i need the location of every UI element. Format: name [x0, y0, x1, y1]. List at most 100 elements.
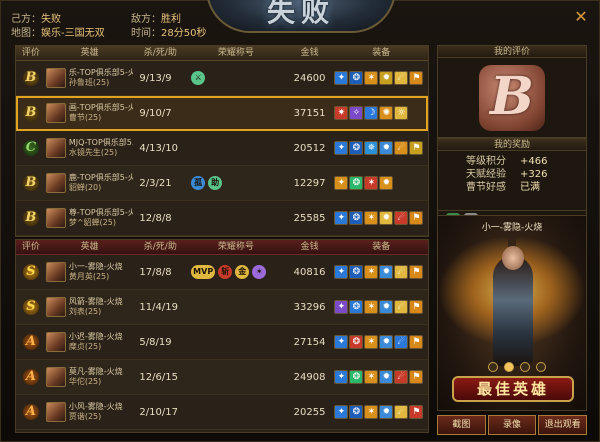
equip-item-icon[interactable]: ⚑ [409, 405, 424, 419]
equip-item-icon[interactable]: ✧ [349, 106, 364, 120]
col-gold: 金钱 [300, 242, 319, 252]
equip-item-icon[interactable]: ☽ [364, 106, 379, 120]
hero-avatar[interactable] [45, 262, 66, 282]
equip-item-icon[interactable]: ✹ [379, 370, 394, 384]
carousel-dot[interactable] [504, 362, 514, 372]
player-row[interactable]: A 莫凡-雾隐-火烧 华佗(25) 12/6/15 24908 ✦ ❂ ✶ ✹ ☄ ⚑ [16, 360, 428, 395]
equip-item-icon[interactable]: ❂ [349, 211, 364, 225]
equip-item-icon[interactable]: ☄ [394, 141, 409, 155]
equip-item-icon[interactable]: ✹ [379, 71, 394, 85]
equip-item-icon[interactable]: ☼ [394, 106, 409, 120]
equip-item-icon[interactable]: ⚑ [409, 211, 424, 225]
equip-item-icon[interactable]: ⚑ [409, 265, 424, 279]
equip-item-icon[interactable]: ✦ [334, 405, 349, 419]
quit-watch-button[interactable]: 退出观看 [538, 415, 588, 435]
equip-item-icon[interactable]: ✦ [334, 71, 349, 85]
equip-item-icon[interactable]: ✶ [364, 370, 379, 384]
equip-item-icon[interactable]: ✹ [379, 211, 394, 225]
hero-avatar[interactable] [45, 173, 66, 193]
equip-item-icon[interactable]: ☄ [394, 265, 409, 279]
equip-item-icon[interactable]: ☄ [394, 405, 409, 419]
equip-item-icon[interactable]: ✶ [364, 265, 379, 279]
record-button[interactable]: 录像 [487, 415, 537, 435]
kda-value: 5/8/19 [139, 336, 172, 348]
equip-item-icon[interactable]: ☄ [394, 300, 409, 314]
equip-item-icon[interactable]: ✦ [334, 370, 349, 384]
player-name: 小一-雾隐-火烧 [68, 262, 123, 271]
hero-avatar[interactable] [45, 103, 66, 123]
equip-item-icon[interactable]: ❂ [349, 71, 364, 85]
equip-item-icon[interactable]: ✦ [334, 211, 349, 225]
honor-badge[interactable]: 金 [235, 265, 250, 279]
equip-item-icon[interactable]: ❂ [349, 300, 364, 314]
equip-item-icon[interactable]: ✦ [334, 176, 349, 190]
equip-item-icon[interactable]: ⚑ [409, 335, 424, 349]
col-kda: 杀/死/助 [143, 242, 177, 252]
equip-item-icon[interactable]: ☄ [394, 335, 409, 349]
equip-item-icon[interactable]: ✹ [379, 300, 394, 314]
reward-line: 天赋经验 +326 [466, 168, 586, 181]
equip-item-icon[interactable]: ✶ [364, 405, 379, 419]
equip-item-icon[interactable]: ✦ [334, 335, 349, 349]
player-row[interactable]: B 鹿-TOP俱乐部5-火...貂蝉(20) 2/3/21 孤助 12297 ✦❂✶✹ [16, 166, 428, 201]
honor-badge[interactable]: MVP [191, 265, 216, 279]
carousel-dot[interactable] [536, 362, 546, 372]
equip-item-icon[interactable]: ✶ [364, 71, 379, 85]
equip-item-icon[interactable]: ☄ [394, 71, 409, 85]
hero-avatar[interactable] [45, 138, 66, 158]
equip-item-icon[interactable]: ⚑ [409, 370, 424, 384]
honor-badge[interactable]: 斩 [218, 265, 233, 279]
equip-item-icon[interactable]: ⚑ [409, 141, 424, 155]
player-row[interactable]: A 小迟-雾隐-火烧 糜贞(25) 5/8/19 27154 ✦ ❂ ✶ ✹ ☄ ⚑ [16, 325, 428, 360]
equip-item-icon[interactable]: ✹ [379, 176, 394, 190]
equip-item-icon[interactable]: ✶ [364, 211, 379, 225]
equip-item-icon[interactable]: ✦ [334, 300, 349, 314]
equip-item-icon[interactable]: ⚑ [409, 71, 424, 85]
hero-avatar[interactable] [45, 297, 66, 317]
equip-item-icon[interactable]: ✶ [364, 176, 379, 190]
equip-item-icon[interactable]: ✦ [334, 265, 349, 279]
equip-item-icon[interactable]: ❂ [349, 176, 364, 190]
player-row[interactable]: B 乐-TOP俱乐部5-火...孙鲁班(25) 9/13/9 ⚔ 24600 ✦❂✶✹☄⚑ [16, 61, 428, 96]
equip-item-icon[interactable]: ❂ [349, 265, 364, 279]
player-row[interactable]: A 小风-雾隐-火烧 贾谐(25) 2/10/17 20255 ✦ ❂ ✶ ✹ ☄ ⚑ [16, 395, 428, 430]
equip-item-icon[interactable]: ✹ [379, 335, 394, 349]
player-row[interactable]: C MJQ-TOP俱乐部5... 水镜先生(25) 4/13/10 20512 ✦ ❂ ✵ ✹ ☄… [16, 131, 428, 166]
player-row[interactable]: S 小一-雾隐-火烧 黄月英(25) 17/8/8 MVP 斩金 ✶ 40816 ✦ ❂ ✶ ✹ ☄ ⚑ [16, 255, 428, 290]
equip-item-icon[interactable]: ✶ [364, 335, 379, 349]
carousel-dot[interactable] [520, 362, 530, 372]
hero-avatar[interactable] [45, 208, 66, 228]
equip-item-icon[interactable]: ✹ [379, 265, 394, 279]
equip-item-icon[interactable]: ❂ [349, 370, 364, 384]
equip-item-icon[interactable]: ☄ [394, 370, 409, 384]
best-hero-banner: 最佳英雄 [452, 376, 574, 402]
player-row[interactable]: B 尊-TOP俱乐部5-火...梦^貂蝉(25) 12/8/8 25585 ✦❂✶✹☄⚑ [16, 201, 428, 236]
equip-item-icon[interactable]: ✶ [364, 300, 379, 314]
player-row[interactable]: S 风箭-雾隐-火烧 刘表(25) 11/4/19 33296 ✦ ❂ ✶ ✹ ☄ ⚑ [16, 290, 428, 325]
player-row[interactable]: B 画-TOP俱乐部5-火...曹节(25) 9/10/7 37151 ✷✧☽✺☼ [16, 96, 428, 131]
hero-figure [493, 256, 533, 366]
hero-avatar[interactable] [45, 367, 66, 387]
equip-item-icon[interactable]: ✷ [334, 106, 349, 120]
equip-item-icon[interactable]: ✦ [334, 141, 349, 155]
carousel-dot[interactable] [488, 362, 498, 372]
hero-avatar[interactable] [45, 402, 66, 422]
honor-badge[interactable]: 助 [208, 176, 223, 190]
honor-badge[interactable]: 孤 [191, 176, 206, 190]
gold-value: 12297 [293, 177, 326, 189]
hero-avatar[interactable] [45, 68, 66, 88]
equip-item-icon[interactable]: ✹ [379, 141, 394, 155]
equip-item-icon[interactable]: ✹ [379, 405, 394, 419]
equip-item-icon[interactable]: ✺ [379, 106, 394, 120]
honor-badge[interactable]: ⚔ [191, 71, 206, 85]
equip-item-icon[interactable]: ☄ [394, 211, 409, 225]
honor-badge[interactable]: ✶ [252, 265, 267, 279]
hero-avatar[interactable] [45, 332, 66, 352]
screenshot-button[interactable]: 截图 [437, 415, 486, 435]
equip-item-icon[interactable]: ❂ [349, 141, 364, 155]
equip-item-icon[interactable]: ⚑ [409, 300, 424, 314]
close-icon[interactable]: ✕ [573, 9, 589, 25]
equip-item-icon[interactable]: ❂ [349, 405, 364, 419]
equip-item-icon[interactable]: ✵ [364, 141, 379, 155]
equip-item-icon[interactable]: ❂ [349, 335, 364, 349]
